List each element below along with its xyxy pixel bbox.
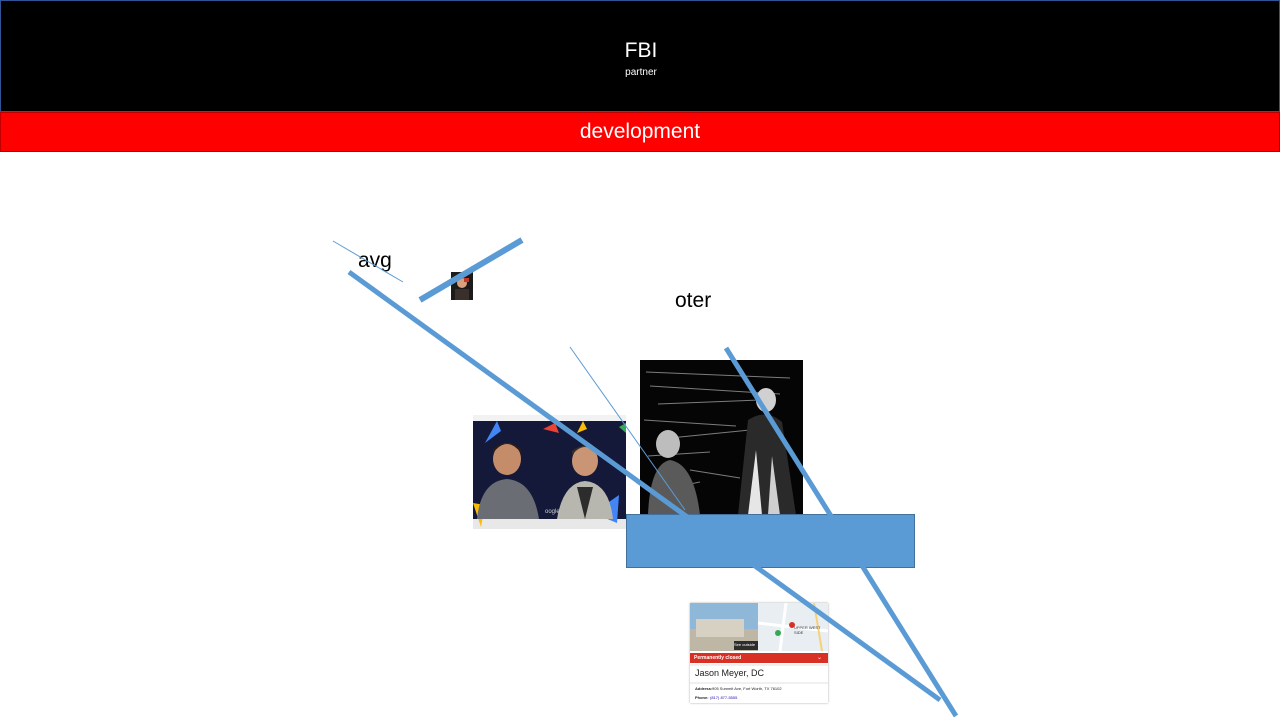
thin-connector-line-1[interactable] (332, 240, 404, 283)
steep-diagonal-line[interactable] (723, 346, 959, 718)
thin-connector-line-2[interactable] (569, 346, 686, 511)
thick-connector-line-1[interactable] (418, 237, 524, 303)
connector-lines (332, 237, 959, 718)
long-diagonal-line[interactable] (347, 269, 942, 703)
